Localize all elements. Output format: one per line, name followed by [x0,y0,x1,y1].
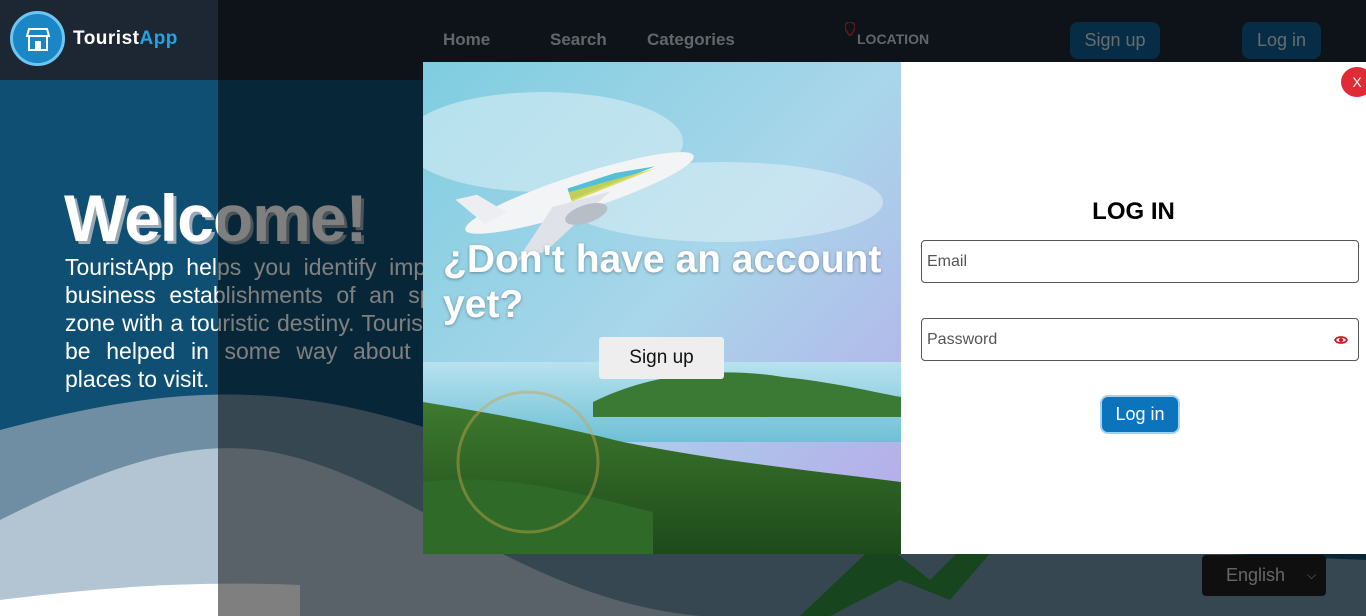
login-modal: ¿Don't have an account yet? Sign up X LO… [423,62,1366,554]
modal-promo-panel: ¿Don't have an account yet? Sign up [423,62,901,554]
brand-name: TouristApp [73,27,178,49]
login-form-panel: X LOG IN Email Password Log in [901,62,1366,554]
brand-logo[interactable]: TouristApp [10,11,178,66]
store-icon [10,11,65,66]
close-modal-button[interactable]: X [1341,67,1366,97]
promo-signup-button[interactable]: Sign up [599,337,724,379]
password-field[interactable]: Password [921,318,1359,361]
eye-icon[interactable] [1333,333,1349,351]
password-placeholder: Password [927,330,998,348]
email-field[interactable]: Email [921,240,1359,283]
login-submit-button[interactable]: Log in [1100,395,1180,434]
promo-title: ¿Don't have an account yet? [443,238,882,326]
login-title: LOG IN [1092,198,1175,225]
